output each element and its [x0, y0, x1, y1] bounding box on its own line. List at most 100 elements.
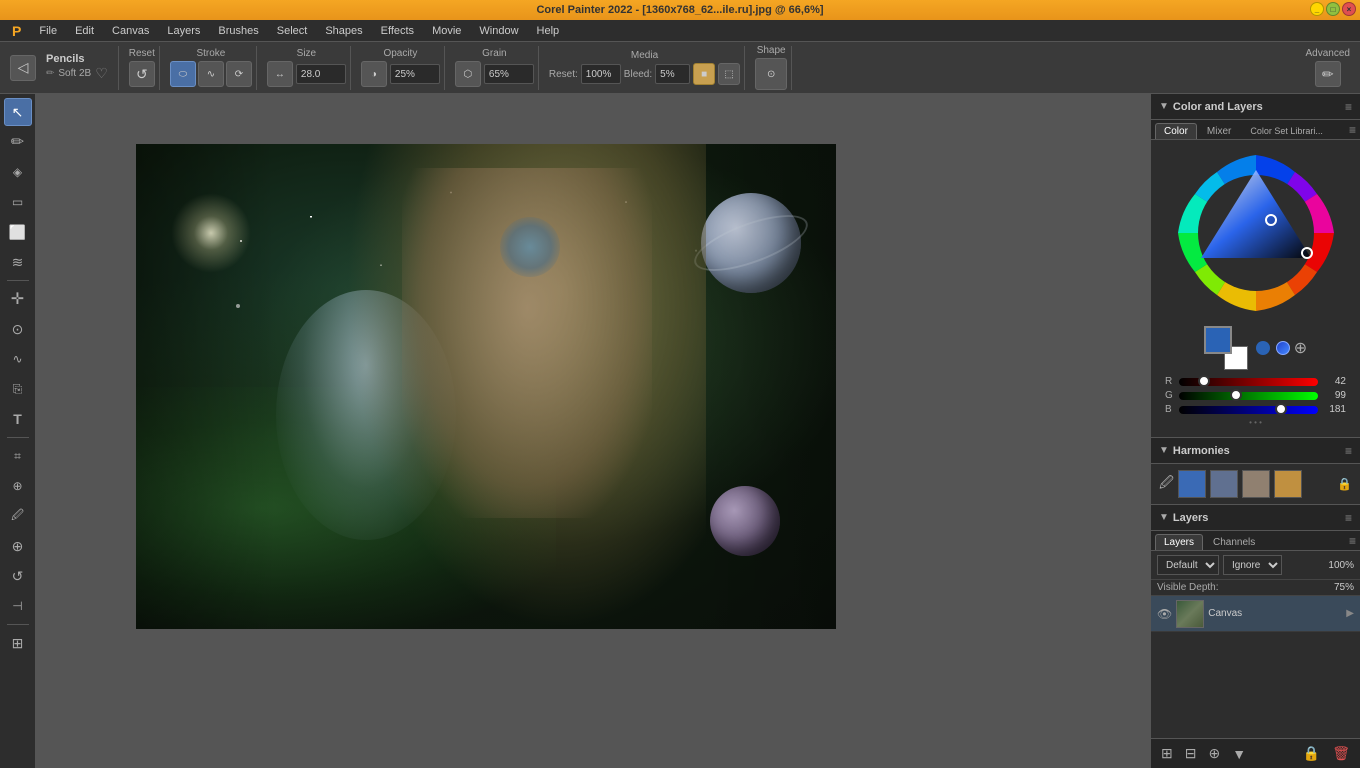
harmonies-menu-icon[interactable]: ≡ — [1345, 444, 1352, 458]
stroke-btn3[interactable]: ⟳ — [226, 61, 252, 87]
brush-category[interactable]: Pencils — [46, 53, 108, 65]
bleed-input[interactable] — [655, 64, 690, 84]
tab-color[interactable]: Color — [1155, 123, 1197, 139]
menu-edit[interactable]: Edit — [67, 23, 102, 39]
close-button[interactable]: × — [1342, 2, 1356, 16]
layers-tab-menu[interactable]: ≡ — [1349, 534, 1356, 550]
media-btn2[interactable]: ⬚ — [718, 63, 740, 85]
layers-lock-icon[interactable]: 🔒 — [1299, 743, 1324, 764]
layers-group-icon[interactable]: ⊟ — [1181, 743, 1201, 764]
tool-smear[interactable]: ≋ — [4, 248, 32, 276]
color-panel-menu[interactable]: ≡ — [1349, 123, 1356, 139]
color-wheel-svg[interactable] — [1171, 148, 1341, 318]
grain-icon[interactable]: ⬡ — [455, 61, 481, 87]
menu-file[interactable]: File — [31, 23, 65, 39]
harmony-lock-icon[interactable]: 🔒 — [1337, 477, 1352, 491]
reset-button[interactable]: ↺ — [129, 61, 155, 87]
blend-mode-select[interactable]: Default — [1157, 555, 1219, 575]
harmony-eyedropper-icon[interactable]: 🖉 — [1159, 472, 1174, 496]
tool-text[interactable]: T — [4, 405, 32, 433]
harmonies-expand-icon[interactable]: ▼ — [1159, 445, 1169, 456]
harmony-swatch-2[interactable] — [1210, 470, 1238, 498]
tool-clone[interactable]: ⊕ — [4, 472, 32, 500]
reset-input[interactable] — [581, 64, 621, 84]
tool-mirror[interactable]: ⊣ — [4, 592, 32, 620]
menu-window[interactable]: Window — [471, 23, 526, 39]
b-thumb[interactable] — [1275, 403, 1287, 415]
menu-select[interactable]: Select — [269, 23, 316, 39]
menu-movie[interactable]: Movie — [424, 23, 469, 39]
brush-variant[interactable]: Soft 2B — [58, 68, 91, 79]
layer-expand-icon[interactable]: ▶ — [1346, 608, 1354, 619]
tool-freehand[interactable]: ∿ — [4, 345, 32, 373]
tool-brush[interactable]: ✏ — [4, 128, 32, 156]
g-track[interactable] — [1179, 392, 1318, 400]
tool-rectangle[interactable]: ▭ — [4, 188, 32, 216]
tool-magnify[interactable]: ⊕ — [4, 532, 32, 560]
tool-transform[interactable]: ✛ — [4, 285, 32, 313]
size-input[interactable] — [296, 64, 346, 84]
canvas-area[interactable] — [36, 94, 1150, 768]
menu-canvas[interactable]: Canvas — [104, 23, 157, 39]
layers-duplicate-icon[interactable]: ⊕ — [1204, 743, 1224, 764]
stroke-btn2[interactable]: ∿ — [198, 61, 224, 87]
canvas-image[interactable] — [136, 144, 836, 629]
brush-back-button[interactable]: ◁ — [10, 55, 36, 81]
harmony-swatch-1[interactable] — [1178, 470, 1206, 498]
tool-fill[interactable]: ◈ — [4, 158, 32, 186]
grain-input[interactable] — [484, 64, 534, 84]
r-thumb[interactable] — [1198, 375, 1210, 387]
layers-delete-icon[interactable]: 🗑 — [1328, 743, 1354, 764]
opacity-icon[interactable]: ◑ — [361, 61, 387, 87]
b-track[interactable] — [1179, 406, 1318, 414]
tool-lasso[interactable]: ⊙ — [4, 315, 32, 343]
harmony-swatch-4[interactable] — [1274, 470, 1302, 498]
tool-selector[interactable]: ↖ — [4, 98, 32, 126]
tool-eraser[interactable]: ⬜ — [4, 218, 32, 246]
r-value: 42 — [1322, 376, 1346, 387]
heart-icon[interactable]: ♡ — [95, 65, 108, 82]
preserve-select[interactable]: Ignore — [1223, 555, 1282, 575]
layer-eye-icon[interactable]: 👁 — [1157, 607, 1172, 621]
layers-new-layer-icon[interactable]: ⊞ — [1157, 743, 1177, 764]
tool-rotate[interactable]: ↺ — [4, 562, 32, 590]
size-lock-btn[interactable]: ↔ — [267, 61, 293, 87]
maximize-button[interactable]: □ — [1326, 2, 1340, 16]
layers-collapse-icon[interactable]: ▼ — [1228, 744, 1250, 764]
tool-eyedropper[interactable]: 🖉 — [4, 502, 32, 530]
canvas-container[interactable] — [136, 144, 836, 629]
tab-color-set[interactable]: Color Set Librari... — [1241, 123, 1332, 139]
tab-layers[interactable]: Layers — [1155, 534, 1203, 550]
foreground-swatch[interactable] — [1204, 326, 1232, 354]
shape-btn[interactable]: ⊙ — [755, 58, 787, 90]
media-btn1[interactable]: ■ — [693, 63, 715, 85]
layer-canvas-name[interactable]: Canvas — [1208, 608, 1342, 619]
visible-depth-label: Visible Depth: — [1157, 582, 1219, 593]
menu-effects[interactable]: Effects — [373, 23, 422, 39]
add-swatch-icon[interactable]: ⊕ — [1294, 338, 1307, 358]
r-track[interactable] — [1179, 378, 1318, 386]
menu-p[interactable]: P — [4, 21, 29, 41]
layers-expand-icon[interactable]: ▼ — [1159, 512, 1169, 523]
color-layers-expand-icon[interactable]: ▼ — [1159, 101, 1169, 112]
color-wheel[interactable] — [1171, 148, 1341, 318]
color-layers-menu-icon[interactable]: ≡ — [1345, 100, 1352, 114]
opacity-input[interactable] — [390, 64, 440, 84]
harmony-swatch-3[interactable] — [1242, 470, 1270, 498]
tool-workspace[interactable]: ⊞ — [4, 629, 32, 657]
tool-pen[interactable]: ⎘ — [4, 375, 32, 403]
tab-mixer[interactable]: Mixer — [1198, 123, 1240, 139]
menu-layers[interactable]: Layers — [159, 23, 208, 39]
layer-canvas[interactable]: 👁 Canvas ▶ — [1151, 596, 1360, 632]
minimize-button[interactable]: _ — [1310, 2, 1324, 16]
stroke-btn1[interactable]: ⬭ — [170, 61, 196, 87]
tool-crop[interactable]: ⌗ — [4, 442, 32, 470]
menu-shapes[interactable]: Shapes — [317, 23, 370, 39]
menu-brushes[interactable]: Brushes — [210, 23, 266, 39]
hue-slider-dot[interactable] — [1276, 341, 1290, 355]
layers-panel-menu-icon[interactable]: ≡ — [1345, 511, 1352, 525]
menu-help[interactable]: Help — [529, 23, 568, 39]
advanced-btn[interactable]: ✏ — [1315, 61, 1341, 87]
tab-channels[interactable]: Channels — [1204, 534, 1264, 550]
g-thumb[interactable] — [1230, 389, 1242, 401]
